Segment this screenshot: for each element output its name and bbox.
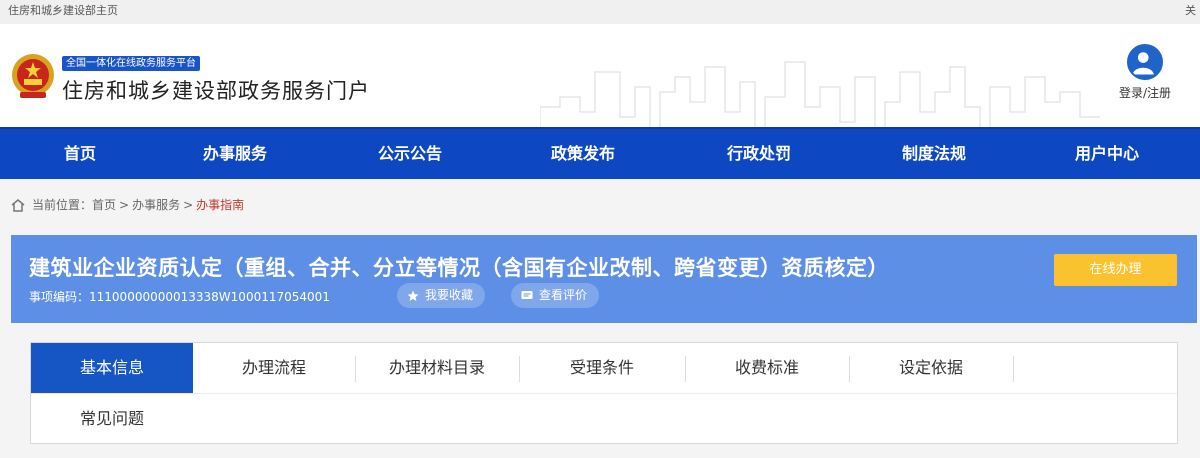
home-icon	[11, 198, 25, 212]
breadcrumb-home[interactable]: 首页	[92, 196, 116, 213]
platform-tag: 全国一体化在线政务服务平台	[62, 56, 200, 71]
service-banner: 建筑业企业资质认定（重组、合并、分立等情况（含国有企业改制、跨省变更）资质核定）…	[11, 235, 1197, 323]
nav-item-announcements[interactable]: 公示公告	[360, 129, 460, 179]
favorite-button[interactable]: 我要收藏	[397, 283, 486, 308]
favorite-label: 我要收藏	[425, 288, 474, 302]
tab-conditions[interactable]: 受理条件	[519, 343, 685, 393]
comment-icon	[521, 290, 533, 299]
breadcrumb-separator: >	[119, 197, 130, 212]
user-avatar-icon[interactable]	[1127, 44, 1163, 80]
tab-basic-info[interactable]: 基本信息	[31, 343, 193, 393]
nav-item-user-center[interactable]: 用户中心	[1057, 129, 1157, 179]
tab-process[interactable]: 办理流程	[193, 343, 355, 393]
city-skyline-decoration	[540, 61, 1100, 127]
top-bar-right-text[interactable]: 关	[1185, 2, 1196, 18]
view-review-button[interactable]: 查看评价	[511, 283, 600, 308]
breadcrumb-separator: >	[183, 197, 194, 212]
breadcrumb: 当前位置： 首页 > 办事服务 > 办事指南	[10, 196, 244, 213]
main-nav: 首页 办事服务 公示公告 政策发布 行政处罚 制度法规 用户中心	[0, 127, 1200, 179]
nav-item-home[interactable]: 首页	[30, 129, 130, 179]
service-title: 建筑业企业资质认定（重组、合并、分立等情况（含国有企业改制、跨省变更）资质核定）	[29, 256, 889, 280]
tab-legal-basis[interactable]: 设定依据	[849, 343, 1013, 393]
service-code: 事项编码：11100000000013338W1000117054001	[29, 288, 330, 305]
top-bar: 住房和城乡建设部主页 关	[0, 0, 1200, 24]
service-code-label: 事项编码：	[29, 290, 90, 304]
tabs-divider	[31, 393, 1177, 394]
top-bar-breadcrumb[interactable]: 住房和城乡建设部主页	[8, 2, 118, 18]
online-apply-button[interactable]: 在线办理	[1054, 254, 1177, 286]
nav-item-penalties[interactable]: 行政处罚	[709, 129, 809, 179]
breadcrumb-service[interactable]: 办事服务	[132, 196, 180, 213]
tab-fees[interactable]: 收费标准	[685, 343, 849, 393]
site-title[interactable]: 住房和城乡建设部政务服务门户	[62, 75, 370, 105]
tab-faq[interactable]: 常见问题	[31, 394, 193, 444]
breadcrumb-current: 办事指南	[196, 198, 245, 212]
tab-materials[interactable]: 办理材料目录	[355, 343, 519, 393]
nav-item-regulations[interactable]: 制度法规	[884, 129, 984, 179]
login-register-label[interactable]: 登录/注册	[1104, 84, 1186, 101]
login-register[interactable]: 登录/注册	[1104, 44, 1186, 101]
nav-item-policies[interactable]: 政策发布	[533, 129, 633, 179]
service-code-value: 11100000000013338W1000117054001	[89, 290, 330, 304]
breadcrumb-prefix: 当前位置：	[32, 198, 93, 212]
site-header: 全国一体化在线政务服务平台 住房和城乡建设部政务服务门户 登录/注册	[0, 24, 1200, 127]
national-emblem-icon	[12, 54, 54, 98]
info-tabs: 基本信息 办理流程 办理材料目录 受理条件 收费标准 设定依据 常见问题	[30, 342, 1178, 444]
view-review-label: 查看评价	[539, 288, 588, 302]
nav-item-services[interactable]: 办事服务	[185, 129, 285, 179]
star-icon	[407, 290, 419, 301]
